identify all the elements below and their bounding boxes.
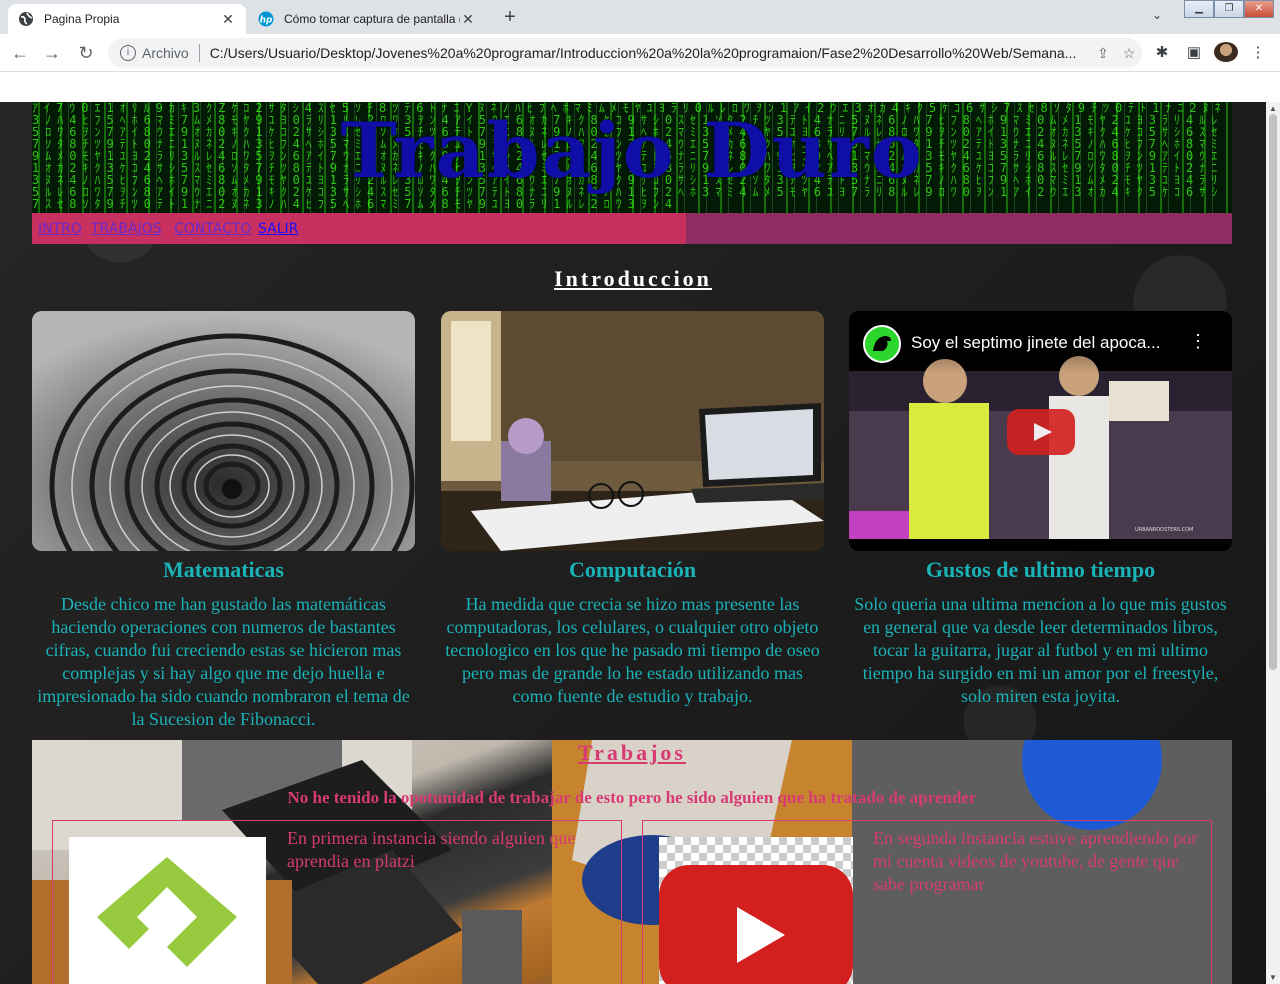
card-computacion: Computación Ha medida que crecia se hizo… — [441, 311, 824, 708]
card-text: Ha medida que crecia se hizo mas present… — [445, 594, 820, 706]
trabajos-heading: Trabajos — [578, 740, 686, 765]
forward-icon[interactable]: → — [40, 42, 64, 64]
toolbar-actions: ✱ ▣ ⋮ — [1150, 42, 1270, 62]
main-menu: INTRO TRABAJOS CONTACTO SALIR — [32, 213, 1232, 244]
menu-dots-icon[interactable]: ⋮ — [1246, 43, 1270, 61]
page-scrollbar[interactable]: ▲ ▼ — [1266, 102, 1280, 984]
tab-search-icon[interactable]: ⌄ — [1152, 8, 1162, 22]
channel-avatar[interactable] — [863, 325, 901, 363]
site-title: Trabajo Duro — [340, 106, 924, 195]
scrollbar-thumb[interactable] — [1269, 114, 1277, 670]
browser-toolbar: ← → ↻ i Archivo C:/Users/Usuario/Desktop… — [0, 34, 1280, 72]
intro-heading: Introduccion — [554, 266, 712, 291]
maximize-button[interactable]: ❐ — [1214, 0, 1244, 18]
spiral-staircase-image — [32, 311, 415, 551]
new-tab-button[interactable]: + — [498, 6, 522, 30]
address-bar[interactable]: i Archivo C:/Users/Usuario/Desktop/Joven… — [108, 38, 1142, 68]
close-tab-icon[interactable]: ✕ — [460, 11, 476, 28]
web-page: ｱｲ7ｳ0ｴ1ｵﾘﾙ9ｶｷ3ｸZｹｺ2ｻﾀｼ4ｽｾ5ｿﾁ8ﾂﾃ6ﾄﾅﾆYﾇﾈﾉﾊ… — [0, 102, 1266, 984]
reload-icon[interactable]: ↻ — [74, 42, 98, 64]
extensions-icon[interactable]: ✱ — [1150, 43, 1174, 61]
tab-title: Pagina Propia — [44, 12, 120, 26]
video-title[interactable]: Soy el septimo jinete del apoca... — [911, 333, 1160, 353]
card-matematicas: Matematicas Desde chico me han gustado l… — [32, 311, 415, 731]
scroll-down-icon[interactable]: ▼ — [1269, 973, 1277, 982]
side-panel-icon[interactable]: ▣ — [1182, 43, 1206, 61]
youtube-video-embed[interactable]: URBANROOSTERS.COM Soy el septimo jinete … — [849, 311, 1232, 551]
page-top-gap — [0, 72, 1280, 102]
card-title: Matematicas — [163, 557, 284, 582]
address-scheme: Archivo — [142, 45, 189, 61]
laptop-desk-image — [441, 311, 824, 551]
menu-item-salir[interactable]: SALIR — [258, 221, 298, 237]
trabajo-item-text: En primera instancia siendo alguien que … — [287, 828, 576, 871]
card-gustos: URBANROOSTERS.COM Soy el septimo jinete … — [849, 311, 1232, 708]
menu-item-intro[interactable]: INTRO — [38, 221, 82, 237]
close-window-button[interactable]: ✕ — [1244, 0, 1274, 18]
card-title: Computación — [568, 557, 697, 582]
trabajo-item-youtube: En segunda instancia estuve aprendiendo … — [642, 820, 1212, 984]
scroll-up-icon[interactable]: ▲ — [1269, 104, 1277, 113]
bookmark-star-icon[interactable]: ☆ — [1116, 45, 1142, 62]
browser-tab-bar: Pagina Propia ✕ hp Cómo tomar captura de… — [0, 0, 1280, 34]
youtube-logo-image — [659, 837, 853, 984]
tab-captura[interactable]: hp Cómo tomar captura de pantalla (Sc ✕ — [248, 4, 486, 34]
play-button[interactable] — [1007, 409, 1075, 455]
card-text: Desde chico me han gustado las matemátic… — [37, 594, 410, 729]
minimize-button[interactable]: ▁ — [1184, 0, 1214, 18]
divider — [198, 44, 200, 62]
trabajo-item-platzi: En primera instancia siendo alguien que … — [52, 820, 622, 984]
close-tab-icon[interactable]: ✕ — [220, 11, 236, 28]
trabajos-subtitle: No he tenido la opotunidad de trabajar d… — [287, 788, 977, 807]
window-controls: ▁ ❐ ✕ — [1184, 0, 1274, 18]
address-url[interactable]: C:/Users/Usuario/Desktop/Jovenes%20a%20p… — [210, 45, 1090, 61]
trabajo-item-text: En segunda instancia estuve aprendiendo … — [873, 828, 1198, 894]
trabajos-section: Trabajos No he tenido la opotunidad de t… — [32, 740, 1232, 984]
tab-title: Cómo tomar captura de pantalla (Sc — [284, 12, 460, 26]
site-header: ｱｲ7ｳ0ｴ1ｵﾘﾙ9ｶｷ3ｸZｹｺ2ｻﾀｼ4ｽｾ5ｿﾁ8ﾂﾃ6ﾄﾅﾆYﾇﾈﾉﾊ… — [32, 102, 1232, 213]
video-watermark: URBANROOSTERS.COM — [1135, 527, 1193, 533]
globe-icon — [18, 11, 34, 27]
back-icon[interactable]: ← — [8, 42, 32, 64]
video-menu-icon[interactable]: ⋮ — [1189, 331, 1207, 352]
svg-text:hp: hp — [260, 16, 273, 26]
tab-pagina-propia[interactable]: Pagina Propia ✕ — [8, 4, 246, 34]
info-icon[interactable]: i — [120, 45, 136, 61]
share-icon[interactable]: ⇪ — [1090, 45, 1116, 62]
card-title: Gustos de ultimo tiempo — [925, 557, 1156, 582]
hp-logo-icon: hp — [258, 11, 274, 27]
profile-avatar[interactable] — [1214, 42, 1238, 62]
menu-item-trabajos[interactable]: TRABAJOS — [91, 221, 162, 237]
platzi-logo-image — [69, 837, 266, 984]
card-text: Solo queria una ultima mencion a lo que … — [854, 594, 1227, 706]
menu-item-contacto[interactable]: CONTACTO — [174, 221, 251, 237]
